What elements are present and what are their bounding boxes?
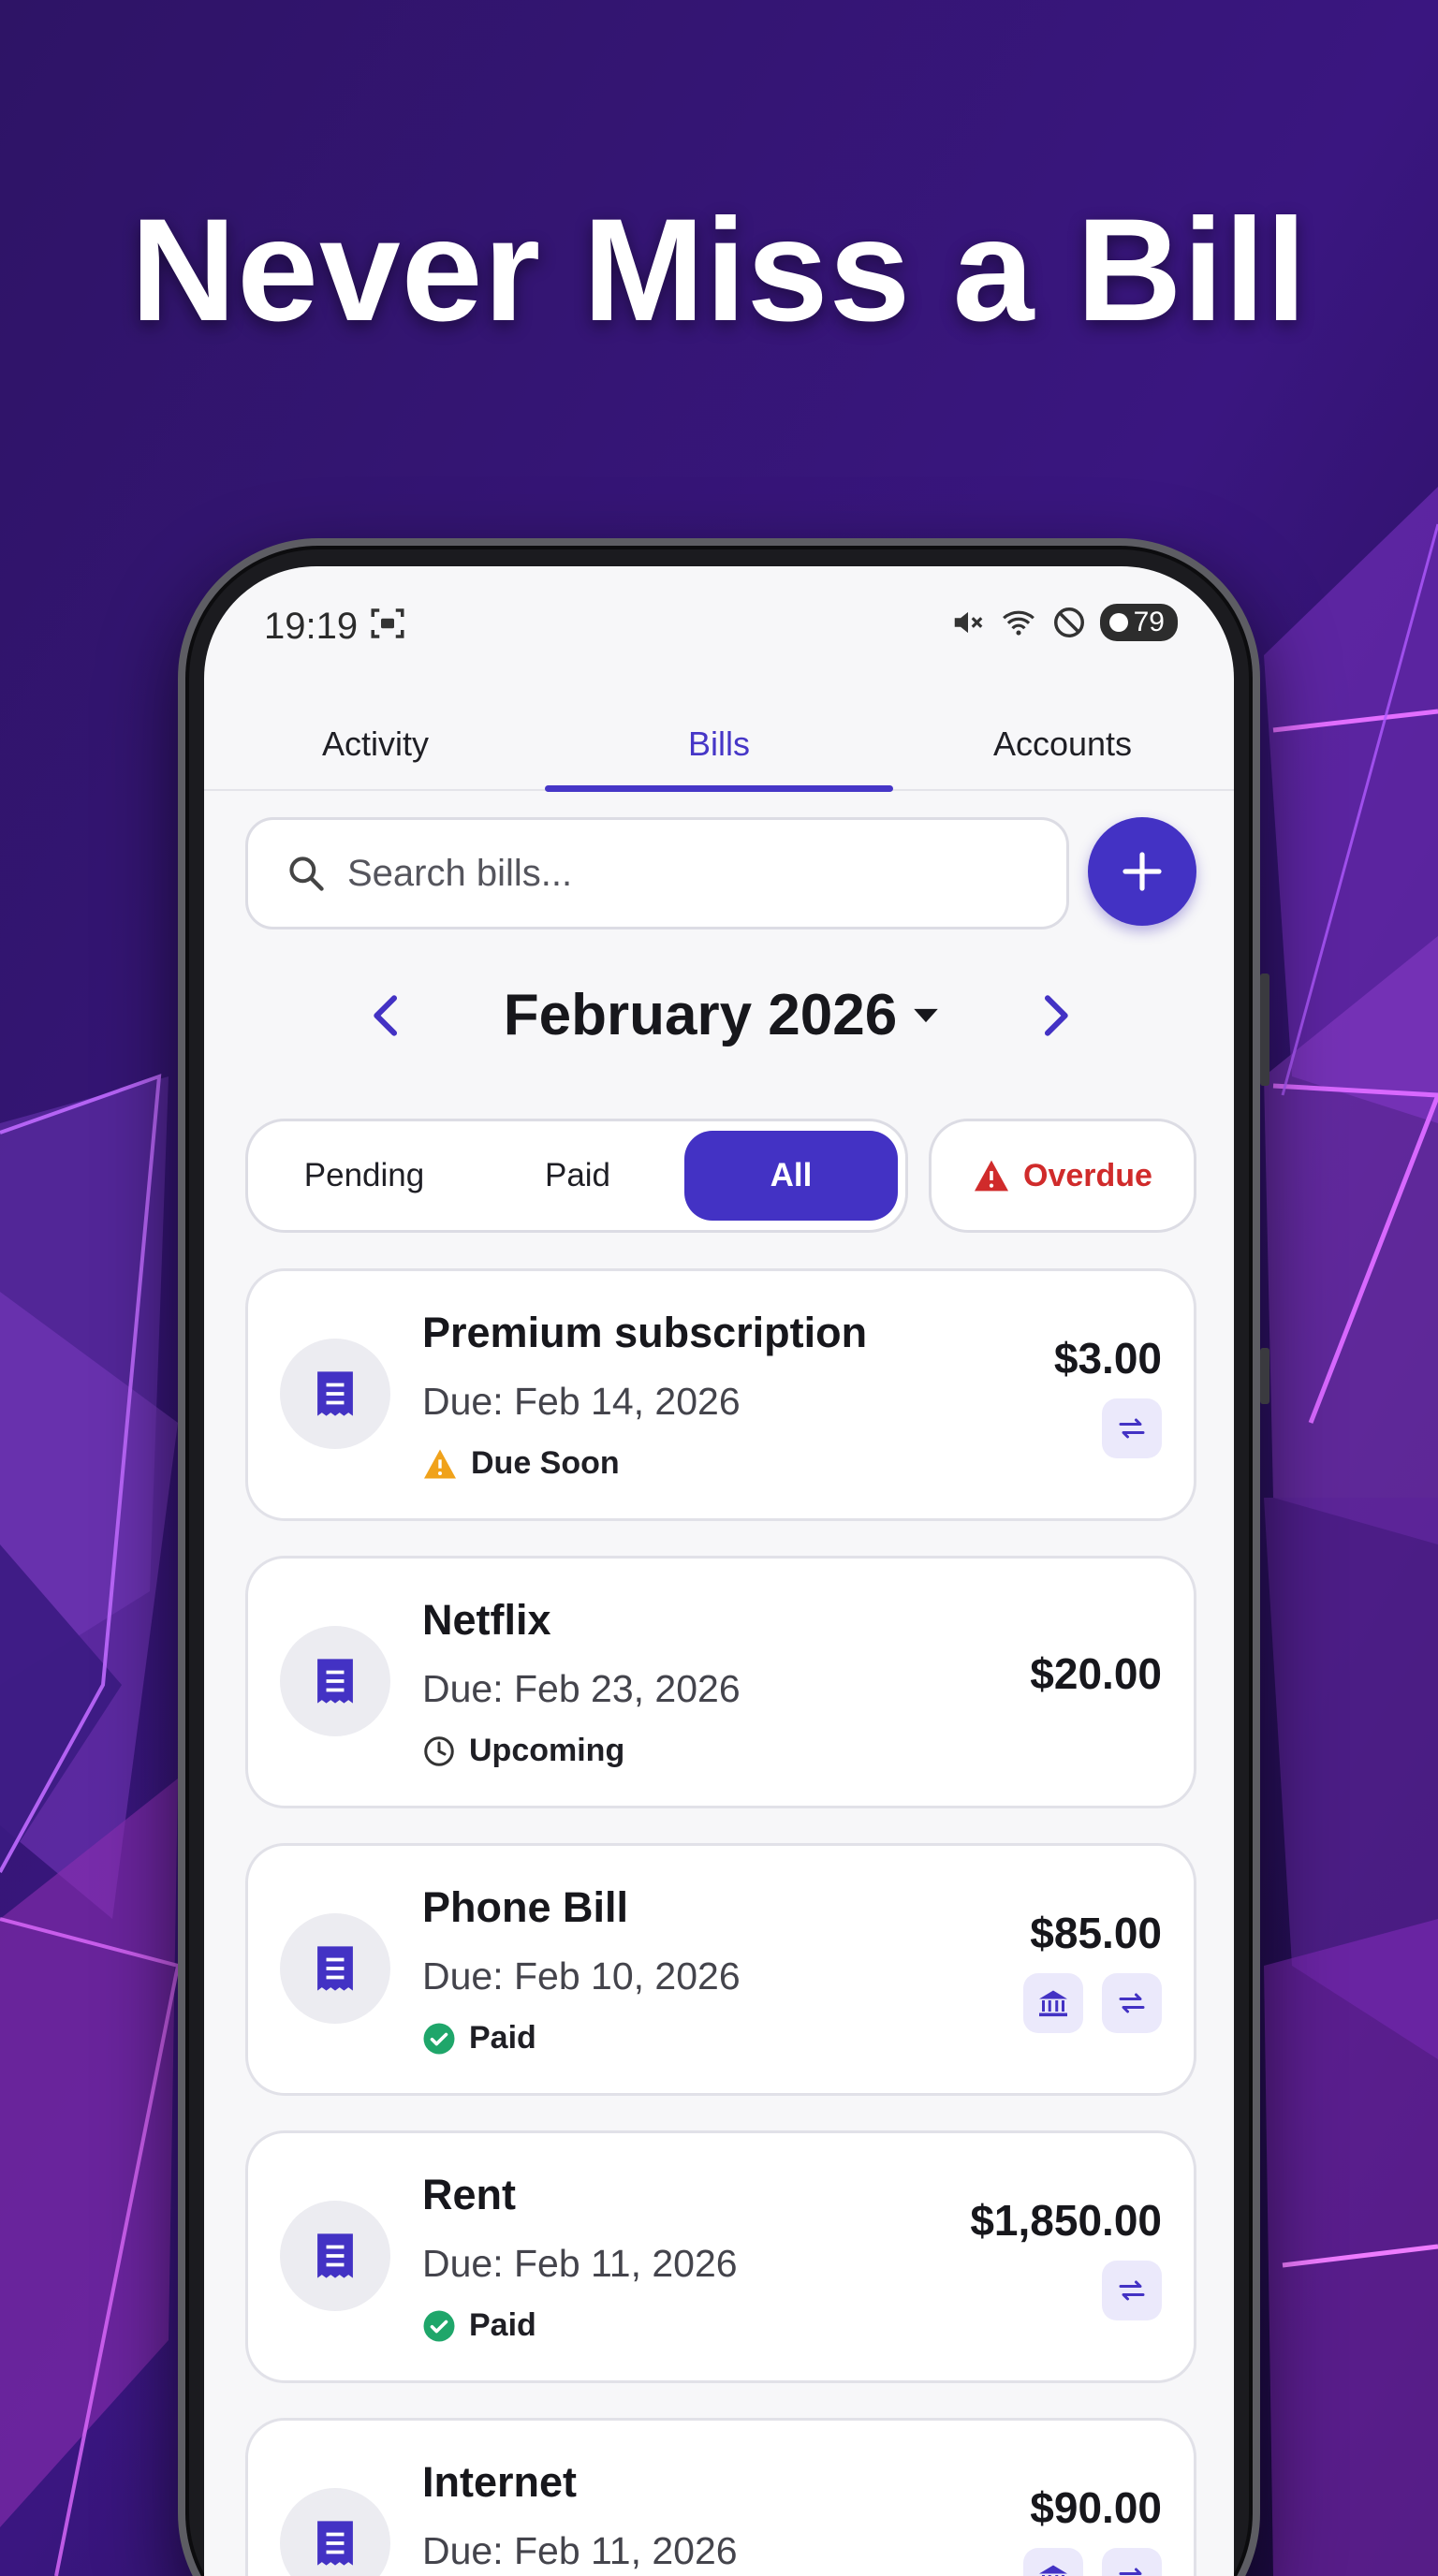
- repeat-button[interactable]: [1102, 2548, 1162, 2576]
- bill-amount: $20.00: [1030, 1649, 1162, 1698]
- bill-actions: [1023, 2548, 1162, 2576]
- phone-side-button: [1260, 1348, 1269, 1404]
- filter-paid[interactable]: Paid: [471, 1121, 684, 1230]
- bill-name: Rent: [422, 2171, 516, 2218]
- receipt-icon: [317, 1659, 353, 1704]
- bank-button[interactable]: [1023, 1973, 1083, 2033]
- bill-status-label: Due Soon: [471, 1445, 620, 1481]
- battery-level: 79: [1133, 607, 1165, 637]
- bill-name: Internet: [422, 2458, 578, 2506]
- bill-actions: [1023, 1973, 1162, 2033]
- top-tabs: Activity Bills Accounts: [204, 697, 1234, 792]
- receipt-icon: [317, 2233, 353, 2278]
- mute-icon: [954, 611, 982, 634]
- repeat-button[interactable]: [1102, 1398, 1162, 1458]
- headline: Never Miss a Bill: [130, 189, 1308, 352]
- bank-button[interactable]: [1023, 2548, 1083, 2576]
- filter-pending[interactable]: Pending: [257, 1121, 471, 1230]
- bill-due-date: Due: Feb 11, 2026: [422, 2242, 738, 2285]
- bill-due-date: Due: Feb 14, 2026: [422, 1380, 741, 1423]
- warning-icon: [975, 1160, 1009, 1192]
- bill-due-date: Due: Feb 11, 2026: [422, 2529, 738, 2572]
- receipt-icon: [317, 1946, 353, 1991]
- bill-card[interactable]: Phone Bill Due: Feb 10, 2026 Paid $85.00: [245, 1843, 1196, 2096]
- do-not-disturb-icon: [1053, 607, 1084, 637]
- wifi-icon: [1002, 610, 1034, 636]
- phone-side-button: [1260, 973, 1269, 1086]
- bill-name: Premium subscription: [422, 1309, 868, 1356]
- receipt-icon-badge: [280, 1626, 390, 1736]
- bill-amount: $3.00: [1053, 1334, 1162, 1383]
- chevron-down-icon[interactable]: [910, 1004, 942, 1027]
- battery-indicator: 79: [1099, 604, 1178, 641]
- status-time: 19:19: [264, 606, 359, 647]
- overdue-label: Overdue: [1023, 1157, 1152, 1193]
- bill-status: Paid: [422, 2307, 536, 2344]
- repeat-button[interactable]: [1102, 1973, 1162, 2033]
- add-bill-button[interactable]: [1088, 817, 1196, 926]
- receipt-icon: [317, 1371, 353, 1416]
- month-selector: February 2026: [204, 969, 1234, 1062]
- plus-icon: [1123, 852, 1162, 891]
- active-tab-indicator: [545, 785, 893, 792]
- bill-name: Phone Bill: [422, 1883, 629, 1931]
- bank-icon: [1039, 2565, 1067, 2576]
- bill-amount: $90.00: [1030, 2483, 1162, 2532]
- bill-card[interactable]: Netflix Due: Feb 23, 2026 Upcoming $20.0…: [245, 1556, 1196, 1808]
- bill-actions: [1102, 1398, 1162, 1458]
- search-field[interactable]: Search bills...: [245, 817, 1069, 929]
- tab-bills[interactable]: Bills: [548, 697, 890, 791]
- tab-accounts[interactable]: Accounts: [891, 697, 1234, 791]
- bill-due-date: Due: Feb 23, 2026: [422, 1667, 741, 1710]
- receipt-icon-badge: [280, 2488, 390, 2576]
- status-bar: 19:19 79: [204, 566, 1234, 679]
- overdue-filter-button[interactable]: Overdue: [929, 1119, 1196, 1233]
- search-icon: [289, 856, 324, 891]
- bill-status-label: Paid: [469, 2307, 536, 2343]
- repeat-icon: [1119, 2280, 1145, 2301]
- check-circle-icon: [423, 2023, 455, 2054]
- receipt-icon-badge: [280, 1913, 390, 2024]
- repeat-icon: [1119, 1418, 1145, 1439]
- bank-icon: [1039, 1990, 1067, 2017]
- bill-name: Netflix: [422, 1596, 551, 1644]
- search-placeholder: Search bills...: [347, 852, 573, 894]
- bill-card[interactable]: Internet Due: Feb 11, 2026 $90.00: [245, 2418, 1196, 2576]
- receipt-icon-badge: [280, 2201, 390, 2311]
- filter-all[interactable]: All: [684, 1131, 898, 1221]
- bill-actions: [1102, 2261, 1162, 2320]
- bill-status-label: Upcoming: [469, 1733, 625, 1768]
- app-screen: 19:19 79 Activity Bills Accounts Search …: [204, 566, 1234, 2576]
- bill-card[interactable]: Premium subscription Due: Feb 14, 2026 D…: [245, 1268, 1196, 1521]
- screenshot-icon: [371, 608, 404, 638]
- repeat-icon: [1119, 1993, 1145, 2013]
- bill-amount: $1,850.00: [970, 2196, 1162, 2245]
- warning-icon: [424, 1449, 456, 1478]
- bill-due-date: Due: Feb 10, 2026: [422, 1954, 741, 1998]
- bill-status-label: Paid: [469, 2020, 536, 2056]
- repeat-icon: [1119, 2568, 1142, 2575]
- check-circle-icon: [423, 2310, 455, 2341]
- bill-status: Due Soon: [422, 1445, 620, 1482]
- clock-icon: [424, 1735, 454, 1766]
- receipt-icon: [317, 2521, 353, 2566]
- bill-status: Upcoming: [422, 1733, 624, 1769]
- bill-status: Paid: [422, 2020, 536, 2056]
- bill-card[interactable]: Rent Due: Feb 11, 2026 Paid $1,850.00: [245, 2130, 1196, 2383]
- bill-amount: $85.00: [1030, 1909, 1162, 1957]
- repeat-button[interactable]: [1102, 2261, 1162, 2320]
- battery-dot-icon: [1108, 613, 1128, 632]
- tab-activity[interactable]: Activity: [204, 697, 547, 791]
- status-filter: Pending Paid All: [245, 1119, 908, 1233]
- receipt-icon-badge: [280, 1339, 390, 1449]
- next-month-button[interactable]: [1028, 989, 1080, 1042]
